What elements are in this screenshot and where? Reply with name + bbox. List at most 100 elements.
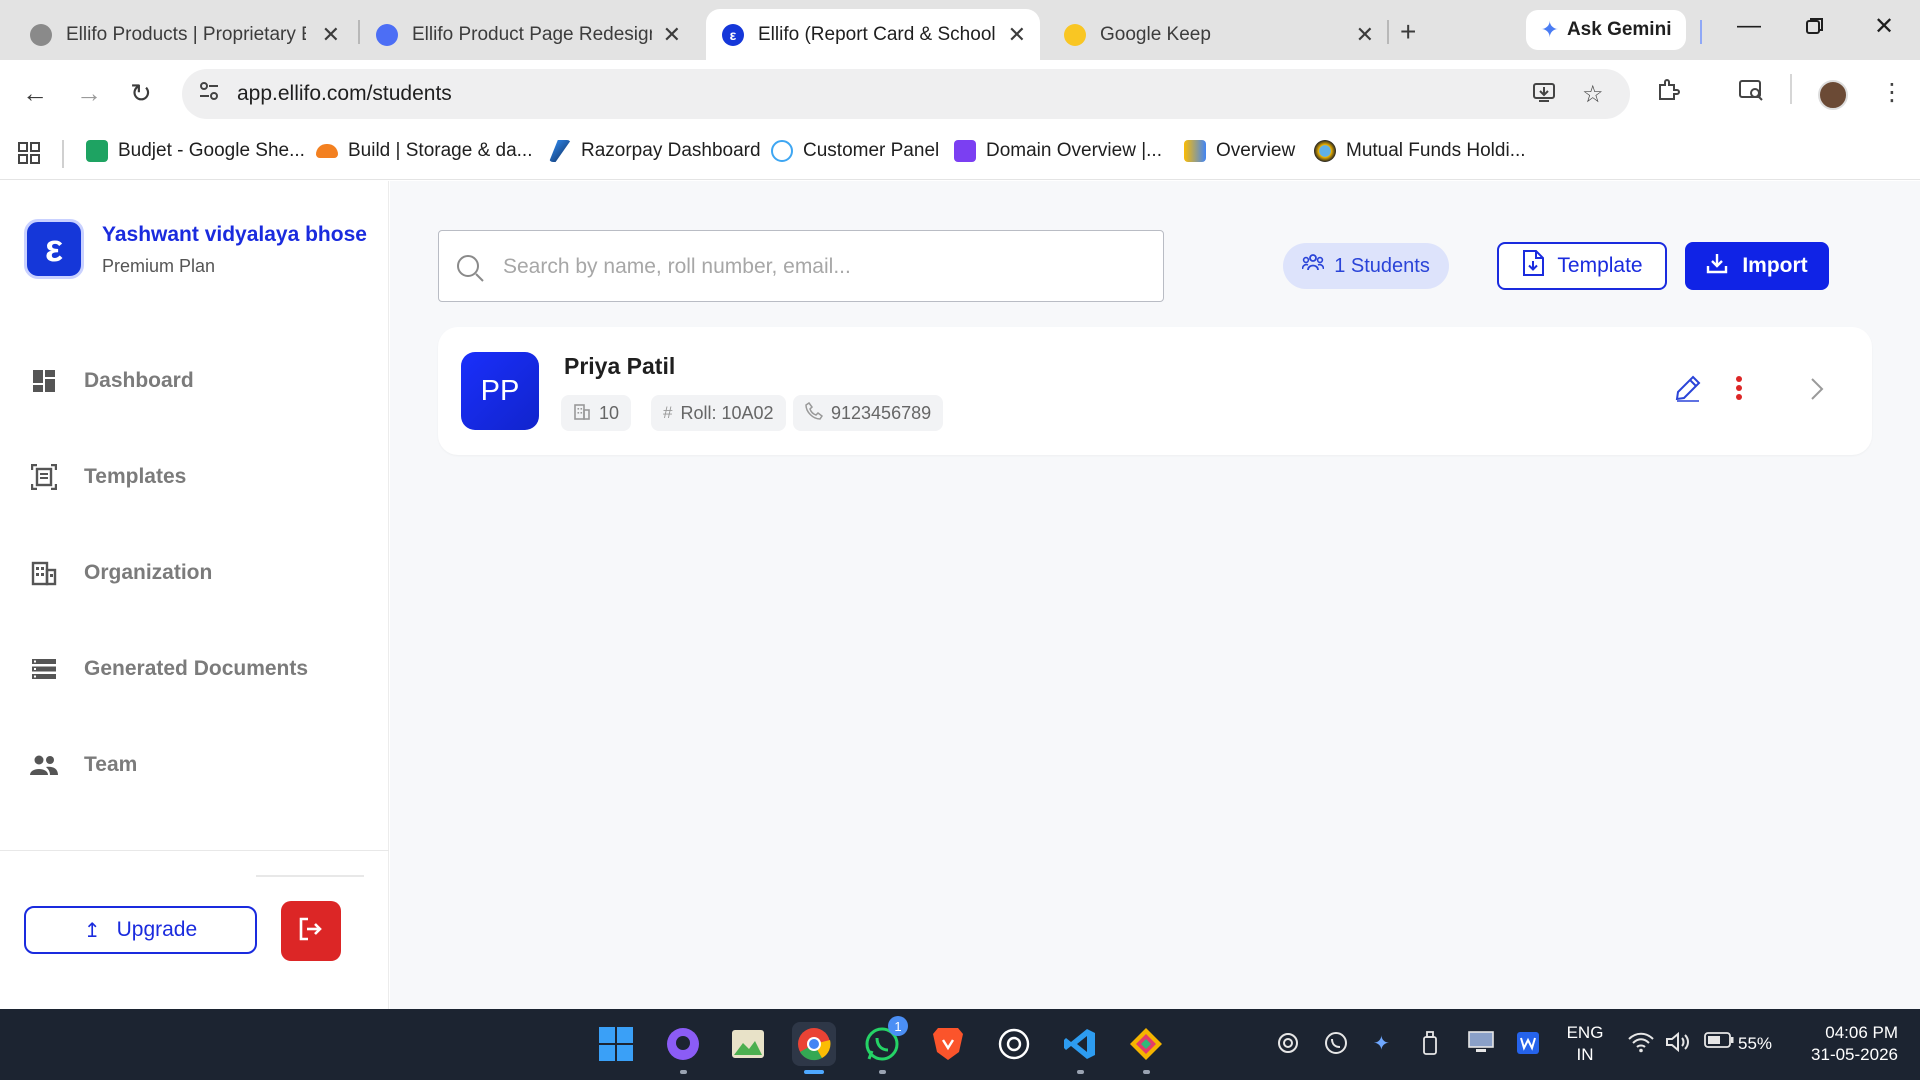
- sidebar-item-label: Organization: [84, 561, 213, 584]
- window-close-icon[interactable]: ✕: [1874, 12, 1894, 41]
- language-indicator[interactable]: ENG IN: [1564, 1022, 1606, 1066]
- reload-icon[interactable]: ↻: [130, 78, 152, 109]
- close-icon[interactable]: ✕: [663, 22, 681, 48]
- apps-grid-icon[interactable]: [18, 142, 40, 170]
- chrome-taskbar-icon[interactable]: [792, 1022, 836, 1074]
- language-code: ENG: [1566, 1023, 1604, 1042]
- upgrade-button[interactable]: ↥ Upgrade: [24, 906, 257, 954]
- hash-icon: #: [663, 403, 673, 422]
- bookmark-star-icon[interactable]: ☆: [1582, 80, 1604, 109]
- site-info-icon[interactable]: [198, 80, 220, 108]
- bookmark-domain-overview[interactable]: Domain Overview |...: [954, 140, 1162, 162]
- running-indicator: [1077, 1070, 1084, 1074]
- sidebar-item-generated-documents[interactable]: Generated Documents: [30, 655, 308, 683]
- sidebar-item-label: Templates: [84, 465, 187, 488]
- group-icon: [1301, 253, 1325, 279]
- github-desktop-icon[interactable]: [661, 1022, 705, 1074]
- tab-ellifo-report-card[interactable]: ε Ellifo (Report Card & School E ✕: [706, 9, 1040, 60]
- new-tab-button[interactable]: +: [1400, 16, 1416, 48]
- address-bar[interactable]: app.ellifo.com/students ☆: [182, 69, 1630, 119]
- more-options-icon[interactable]: [1735, 375, 1743, 406]
- student-search[interactable]: [438, 230, 1164, 302]
- wifi-icon[interactable]: [1628, 1031, 1654, 1059]
- brave-icon[interactable]: [926, 1022, 970, 1066]
- close-icon[interactable]: ✕: [1008, 22, 1026, 48]
- student-card[interactable]: PP Priya Patil 10 # Roll: 10A02 91234567…: [438, 327, 1872, 455]
- running-indicator: [804, 1070, 824, 1074]
- tab-product-page-redesign[interactable]: Ellifo Product Page Redesign - ✕: [360, 9, 695, 60]
- clock-date: 31-05-2026: [1811, 1045, 1898, 1064]
- search-input[interactable]: [503, 247, 1143, 287]
- bookmark-customer-panel[interactable]: Customer Panel: [771, 140, 939, 162]
- import-button[interactable]: Import: [1685, 242, 1829, 290]
- sidebar-item-organization[interactable]: Organization: [30, 559, 212, 587]
- sidebar-item-templates[interactable]: Templates: [30, 463, 186, 491]
- tab-google-keep[interactable]: Google Keep ✕: [1048, 9, 1388, 60]
- photos-app-icon[interactable]: [726, 1022, 770, 1066]
- sidebar-item-team[interactable]: Team: [30, 751, 137, 779]
- bookmark-mutual-funds[interactable]: Mutual Funds Holdi...: [1314, 140, 1526, 162]
- start-button[interactable]: [594, 1022, 638, 1066]
- edit-icon[interactable]: [1674, 374, 1702, 407]
- profile-avatar[interactable]: [1818, 80, 1848, 110]
- tab-ellifo-products[interactable]: Ellifo Products | Proprietary En ✕: [14, 9, 354, 60]
- ask-gemini-button[interactable]: ✦ Ask Gemini: [1526, 10, 1686, 50]
- menu-kebab-icon[interactable]: ⋮: [1880, 78, 1904, 107]
- install-app-icon[interactable]: [1532, 80, 1556, 111]
- region-code: IN: [1576, 1045, 1594, 1064]
- close-icon[interactable]: ✕: [1356, 22, 1374, 48]
- close-icon[interactable]: ✕: [322, 22, 340, 48]
- bookmark-razorpay[interactable]: Razorpay Dashboard: [549, 140, 761, 162]
- sparkle-tray-icon[interactable]: ✦: [1373, 1031, 1390, 1056]
- tab-title: Ellifo (Report Card & School E: [758, 23, 998, 45]
- student-avatar: PP: [461, 352, 539, 430]
- whatsapp-tray-icon[interactable]: [1324, 1031, 1348, 1061]
- bookmark-label: Overview: [1216, 140, 1296, 161]
- tab-title: Ellifo Product Page Redesign -: [412, 23, 652, 45]
- restore-icon[interactable]: [1806, 14, 1824, 42]
- forward-icon[interactable]: →: [76, 78, 102, 109]
- dev-tool-icon[interactable]: [1124, 1022, 1168, 1074]
- chatgpt-tray-icon[interactable]: [1276, 1031, 1300, 1061]
- clock[interactable]: 04:06 PM 31-05-2026: [1794, 1022, 1898, 1066]
- dashboard-icon: [30, 367, 58, 395]
- vscode-icon[interactable]: [1058, 1022, 1102, 1074]
- bookmark-label: Build | Storage & da...: [348, 140, 533, 161]
- chatgpt-icon[interactable]: [992, 1022, 1036, 1066]
- sidebar-item-dashboard[interactable]: Dashboard: [30, 367, 194, 395]
- wps-tray-icon[interactable]: [1516, 1031, 1540, 1061]
- search-icon: [455, 253, 485, 288]
- bookmark-budjet[interactable]: Budjet - Google She...: [86, 140, 305, 162]
- extensions-icon[interactable]: [1656, 78, 1680, 109]
- minimize-icon[interactable]: —: [1737, 12, 1761, 40]
- fund-icon: [1314, 140, 1336, 162]
- bookmark-label: Razorpay Dashboard: [581, 140, 761, 161]
- roll-value: Roll: 10A02: [680, 402, 774, 423]
- usb-drive-icon[interactable]: [1422, 1031, 1438, 1061]
- chevron-right-icon[interactable]: [1810, 377, 1824, 406]
- logout-button[interactable]: [281, 901, 341, 961]
- bookmark-overview[interactable]: Overview: [1184, 140, 1295, 162]
- razorpay-icon: [549, 140, 571, 162]
- templates-icon: [30, 463, 58, 491]
- students-count-badge: 1 Students: [1283, 243, 1449, 289]
- sheets-icon: [86, 140, 108, 162]
- display-tray-icon[interactable]: [1468, 1031, 1494, 1059]
- template-button[interactable]: Template: [1497, 242, 1667, 290]
- upgrade-label: Upgrade: [116, 918, 198, 941]
- sidebar-divider: [256, 875, 364, 877]
- main-content: 1 Students Template Import PP Priya Pati…: [390, 181, 1920, 1009]
- battery-icon[interactable]: [1704, 1031, 1734, 1054]
- volume-icon[interactable]: [1665, 1031, 1691, 1059]
- bookmark-build-storage[interactable]: Build | Storage & da...: [316, 140, 533, 162]
- tab-search-icon[interactable]: [1738, 78, 1764, 109]
- tab-title: Ellifo Products | Proprietary En: [66, 23, 306, 45]
- whatsapp-taskbar-icon[interactable]: 1: [860, 1016, 908, 1074]
- organization-icon: [30, 559, 58, 587]
- figma-like-icon: [376, 23, 398, 46]
- back-icon[interactable]: ←: [22, 78, 48, 109]
- url-text[interactable]: app.ellifo.com/students: [237, 82, 452, 106]
- class-chip: 10: [561, 395, 632, 431]
- import-label: Import: [1742, 254, 1808, 277]
- phone-icon: [805, 401, 824, 425]
